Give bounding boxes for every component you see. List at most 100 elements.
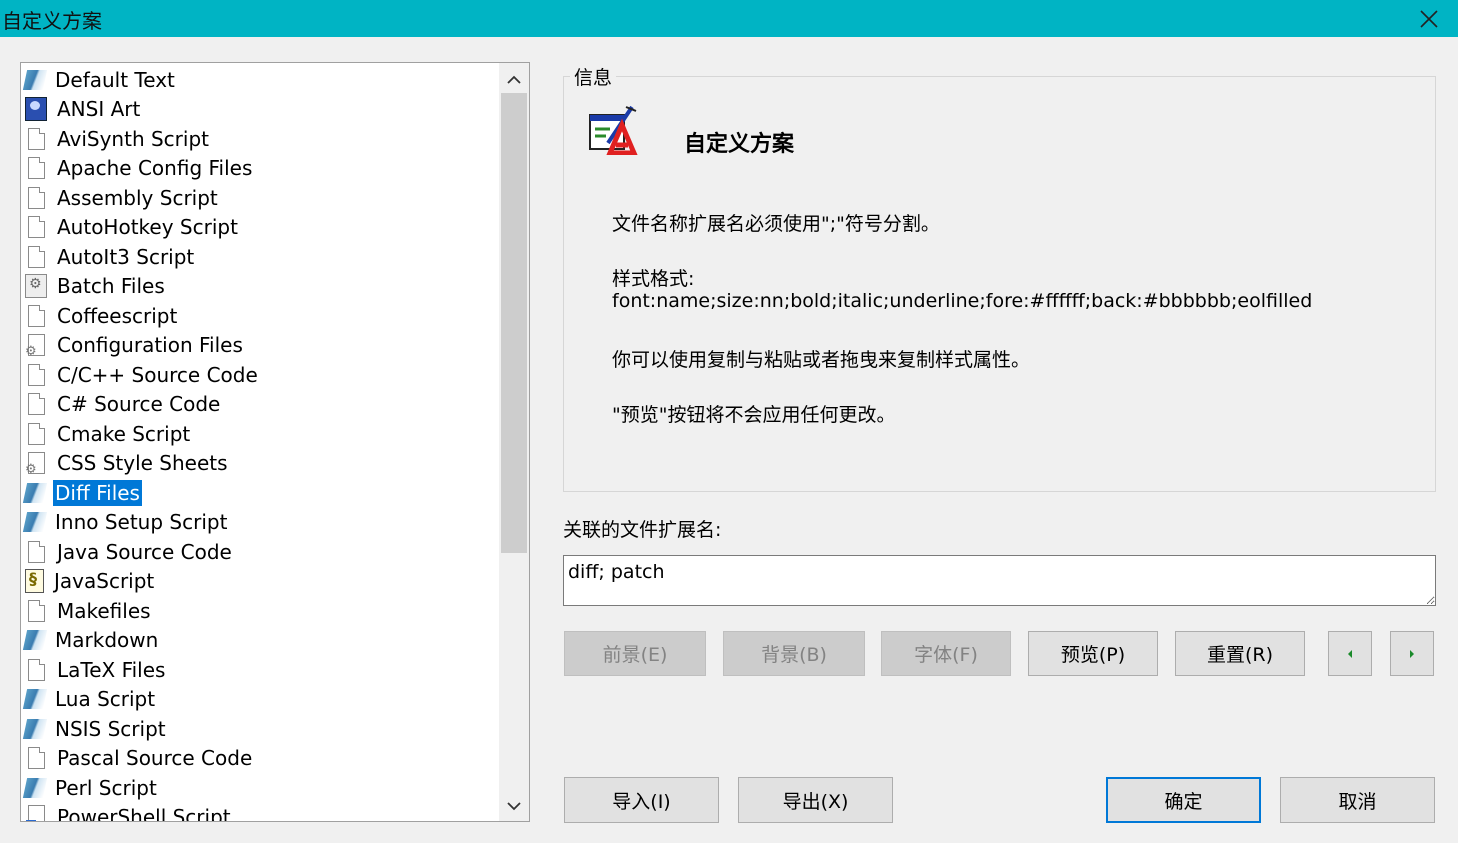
document-icon [28, 422, 45, 445]
document-icon [28, 747, 45, 769]
scheme-list-item-label: Cmake Script [57, 421, 191, 446]
scheme-list-item-label: NSIS Script [55, 716, 166, 741]
scheme-list-item[interactable]: C# Source Code [25, 390, 222, 419]
document-icon [28, 216, 45, 238]
javascript-file-icon [25, 569, 44, 593]
scheme-list-item[interactable]: Java Source Code [25, 537, 234, 566]
document-icon [28, 157, 45, 179]
document-icon [28, 363, 45, 386]
extensions-label: 关联的文件扩展名: [563, 519, 722, 541]
info-style-format: font:name;size:nn;bold;italic;underline;… [612, 290, 1313, 312]
scheme-list-item[interactable]: Makefiles [25, 596, 153, 625]
config-file-icon [25, 334, 45, 359]
scheme-list-item-label: Assembly Script [57, 185, 218, 210]
book-icon [22, 777, 48, 798]
scheme-list-item-label: Markdown [55, 628, 159, 652]
scheme-list-item[interactable]: Lua Script [22, 685, 157, 714]
close-icon [1420, 9, 1438, 28]
background-button[interactable]: 背景(B) [723, 631, 865, 676]
scheme-list-item[interactable]: LaTeX Files [25, 655, 167, 684]
scheme-list-item-label: CSS Style Sheets [57, 451, 228, 475]
scheme-list-item-label: ANSI Art [57, 97, 141, 121]
cancel-button[interactable]: 取消 [1280, 777, 1435, 823]
scheme-list-item-label: Java Source Code [57, 539, 232, 564]
scheme-list-item[interactable]: Configuration Files [25, 331, 245, 360]
scheme-list-item[interactable]: C/C++ Source Code [25, 360, 260, 389]
scheme-list-item-label: Apache Config Files [57, 156, 253, 180]
scheme-list-item[interactable]: Assembly Script [25, 183, 220, 212]
scheme-list-item-label: C# Source Code [57, 392, 221, 416]
scroll-up-button[interactable] [499, 65, 529, 95]
scheme-list-item-label: Makefiles [57, 598, 151, 623]
scheme-list-item-label: Coffeescript [57, 303, 178, 328]
scheme-list-item[interactable]: AutoIt3 Script [25, 242, 196, 271]
scheme-list-item-label: Configuration Files [57, 333, 243, 357]
powershell-file-icon [26, 805, 45, 821]
info-copy-hint: 你可以使用复制与粘贴或者拖曳来复制样式属性。 [612, 349, 1031, 371]
scheme-list-item-label: Diff Files [53, 479, 142, 506]
document-icon [28, 127, 45, 150]
title-bar: 自定义方案 [0, 0, 1458, 37]
export-button[interactable]: 导出(X) [738, 777, 893, 823]
preview-button[interactable]: 预览(P) [1028, 631, 1158, 676]
info-legend: 信息 [570, 63, 617, 90]
book-icon [22, 718, 48, 739]
scroll-down-button[interactable] [499, 791, 529, 821]
scheme-list-item[interactable]: AviSynth Script [25, 124, 211, 153]
scheme-list-item[interactable]: Apache Config Files [25, 154, 254, 183]
document-icon [28, 658, 45, 681]
window-title: 自定义方案 [2, 9, 102, 33]
scheme-list-item[interactable]: Diff Files [22, 478, 142, 507]
book-icon [22, 512, 48, 532]
list-scrollbar[interactable] [499, 63, 529, 821]
info-preview-hint: "预览"按钮将不会应用任何更改。 [612, 404, 896, 426]
reset-button[interactable]: 重置(R) [1175, 631, 1305, 676]
chevron-up-icon [507, 75, 521, 84]
ok-button[interactable]: 确定 [1106, 777, 1261, 823]
font-button[interactable]: 字体(F) [881, 631, 1011, 676]
extensions-input[interactable]: diff; patch [563, 555, 1436, 606]
next-button[interactable] [1390, 631, 1434, 676]
scroll-thumb[interactable] [501, 93, 527, 553]
scheme-list-item[interactable]: Markdown [22, 626, 160, 655]
book-icon [22, 689, 48, 709]
scheme-list-item[interactable]: Default Text [22, 65, 177, 94]
book-icon [22, 69, 48, 90]
scheme-list-item[interactable]: Cmake Script [25, 419, 192, 448]
document-icon [28, 186, 45, 209]
scheme-list-item[interactable]: Batch Files [25, 272, 167, 301]
scheme-list-item[interactable]: Inno Setup Script [22, 508, 229, 537]
scheme-list-item[interactable]: CSS Style Sheets [25, 449, 230, 478]
document-icon [28, 540, 45, 563]
import-button[interactable]: 导入(I) [564, 777, 719, 823]
arrow-left-icon [1348, 649, 1352, 658]
scheme-list-item-label: Pascal Source Code [57, 746, 253, 770]
document-icon [28, 393, 45, 415]
scheme-list-item[interactable]: AutoHotkey Script [25, 213, 240, 242]
scheme-list-item[interactable]: PowerShell Script [25, 803, 233, 821]
document-icon [28, 304, 45, 327]
scheme-edit-icon [589, 105, 638, 155]
scheme-list-item-label: AutoIt3 Script [57, 244, 195, 269]
scheme-list[interactable]: Default Text ANSI Art AviSynth Script Apach… [20, 62, 530, 822]
scheme-list-item-label: AviSynth Script [57, 126, 209, 151]
scheme-list-item-label: Inno Setup Script [55, 510, 228, 534]
scheme-list-item-label: Batch Files [57, 274, 165, 298]
scheme-list-item[interactable]: NSIS Script [22, 714, 168, 743]
foreground-button[interactable]: 前景(E) [564, 631, 706, 676]
previous-button[interactable] [1328, 631, 1372, 676]
scheme-list-item-label: AutoHotkey Script [57, 215, 238, 239]
scheme-list-item[interactable]: Pascal Source Code [25, 744, 254, 773]
scheme-list-item[interactable]: Perl Script [22, 773, 159, 802]
info-extension-rule: 文件名称扩展名必须使用";"符号分割。 [612, 213, 940, 235]
scheme-list-item[interactable]: Coffeescript [25, 301, 179, 330]
info-title: 自定义方案 [684, 132, 795, 157]
scheme-list-item[interactable]: ANSI Art [25, 95, 142, 124]
document-icon [28, 245, 45, 268]
close-button[interactable] [1400, 0, 1458, 37]
info-style-format-label: 样式格式: [612, 268, 695, 290]
scheme-list-item-label: LaTeX Files [57, 657, 166, 682]
ansi-art-icon [25, 97, 47, 121]
scheme-list-item-label: Default Text [55, 67, 175, 92]
scheme-list-item[interactable]: JavaScript [25, 567, 156, 596]
